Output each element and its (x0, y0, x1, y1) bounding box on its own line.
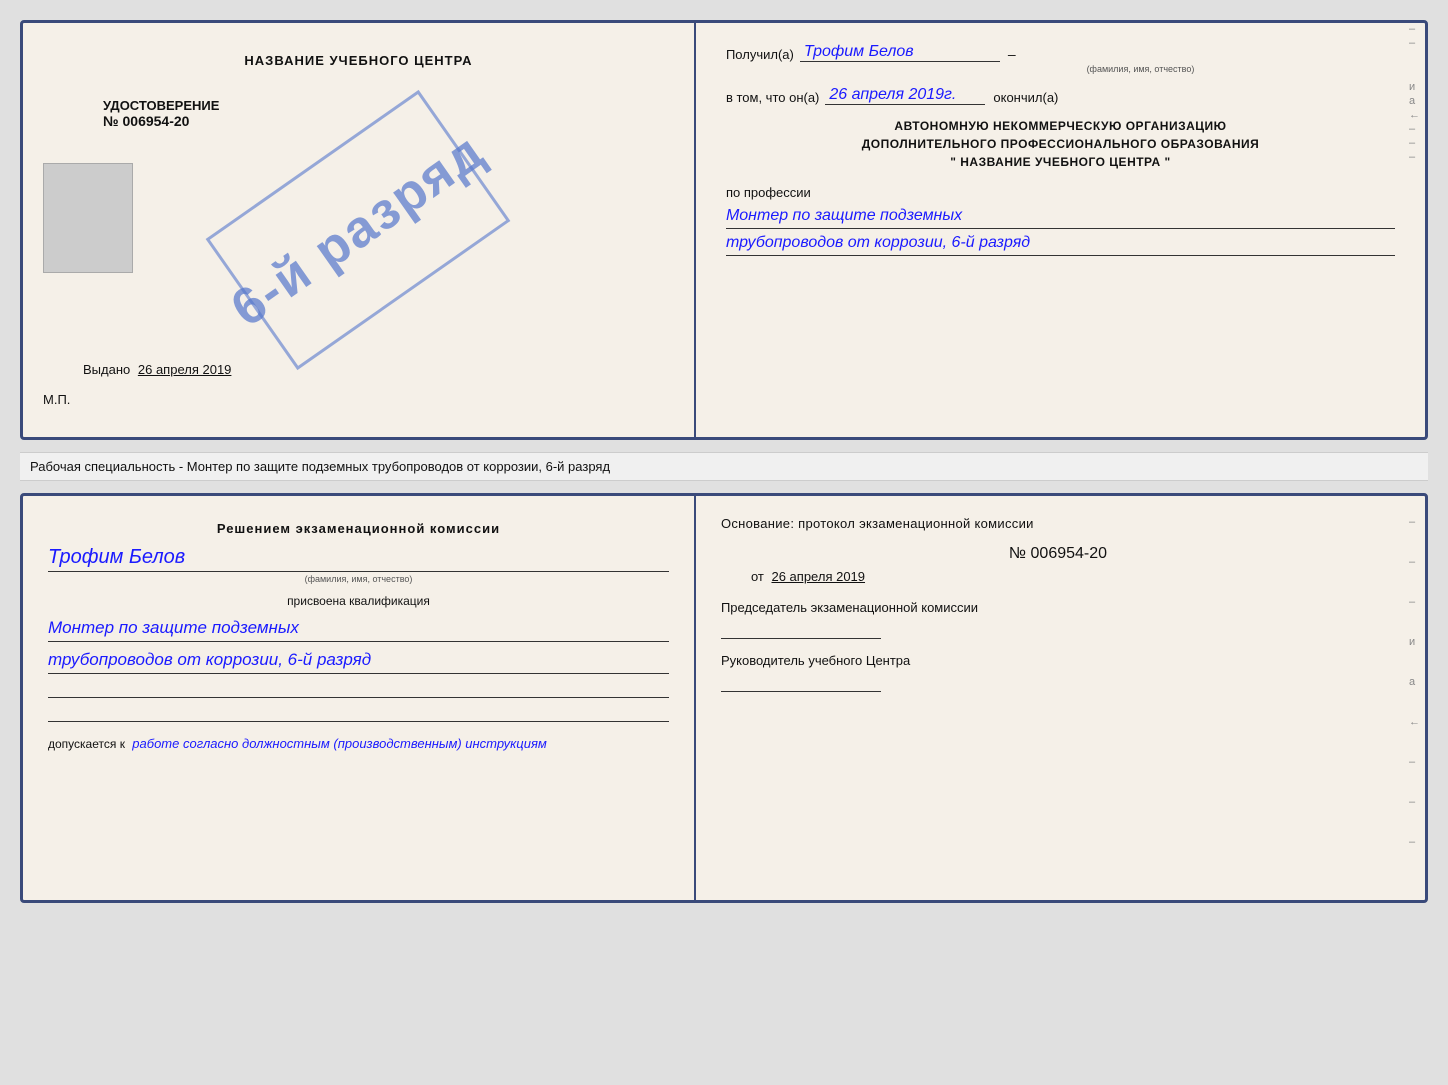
org-line1: АВТОНОМНУЮ НЕКОММЕРЧЕСКУЮ ОРГАНИЗАЦИЮ (726, 117, 1395, 135)
bottom-side-5: ← (1409, 716, 1420, 728)
caption-text: Рабочая специальность - Монтер по защите… (30, 459, 610, 474)
head-block: Руководитель учебного Центра (721, 653, 1395, 692)
mp-label: М.П. (43, 392, 70, 407)
chair-label: Председатель экзаменационной комиссии (721, 600, 1395, 615)
date-value: 26 апреля 2019г. (825, 86, 985, 105)
bottom-name: Трофим Белов (48, 546, 669, 572)
caption-row: Рабочая специальность - Монтер по защите… (20, 452, 1428, 481)
received-sub: (фамилия, имя, отчество) (886, 64, 1395, 74)
underline-1 (48, 680, 669, 698)
profession-line2: трубопроводов от коррозии, 6-й разряд (726, 231, 1395, 256)
bottom-side-2: – (1409, 596, 1420, 608)
org-line3: " НАЗВАНИЕ УЧЕБНОГО ЦЕНТРА " (726, 153, 1395, 171)
top-document: НАЗВАНИЕ УЧЕБНОГО ЦЕНТРА 6-й разряд УДОС… (20, 20, 1428, 440)
chair-block: Председатель экзаменационной комиссии (721, 600, 1395, 639)
bottom-doc-right: Основание: протокол экзаменационной коми… (696, 496, 1425, 900)
bottom-name-sub: (фамилия, имя, отчество) (48, 574, 669, 584)
in-that-row: в том, что он(а) 26 апреля 2019г. окончи… (726, 86, 1395, 105)
side-label-0: – (1409, 23, 1420, 35)
org-line2: ДОПОЛНИТЕЛЬНОГО ПРОФЕССИОНАЛЬНОГО ОБРАЗО… (726, 135, 1395, 153)
chair-signature-line (721, 619, 881, 639)
top-doc-left: НАЗВАНИЕ УЧЕБНОГО ЦЕНТРА 6-й разряд УДОС… (23, 23, 696, 437)
org-block: АВТОНОМНУЮ НЕКОММЕРЧЕСКУЮ ОРГАНИЗАЦИЮ ДО… (726, 117, 1395, 171)
bottom-left-title: Решением экзаменационной комиссии (48, 521, 669, 536)
top-doc-right: Получил(а) Трофим Белов – (фамилия, имя,… (696, 23, 1425, 437)
protokol-number: № 006954-20 (721, 545, 1395, 563)
side-labels-top: – – и а ← – – – (1409, 23, 1420, 163)
bottom-side-dashes: – – – и а ← – – – (1409, 516, 1420, 848)
bottom-side-0: – (1409, 516, 1420, 528)
protokol-date: от 26 апреля 2019 (751, 569, 1395, 584)
side-label-6: – (1409, 137, 1420, 149)
bottom-qual-line2: трубопроводов от коррозии, 6-й разряд (48, 646, 669, 674)
bottom-side-7: – (1409, 796, 1420, 808)
in-that-label: в том, что он(а) (726, 90, 819, 105)
cert-label: УДОСТОВЕРЕНИЕ (103, 98, 219, 113)
issued-date: 26 апреля 2019 (138, 362, 232, 377)
side-label-3: а (1409, 95, 1420, 107)
bottom-side-6: – (1409, 756, 1420, 768)
dash1: – (1008, 46, 1016, 62)
issued-row: Выдано 26 апреля 2019 (83, 362, 231, 377)
date-prefix: от (751, 569, 764, 584)
top-left-title: НАЗВАНИЕ УЧЕБНОГО ЦЕНТРА (244, 53, 472, 68)
profession-label: по профессии (726, 185, 1395, 200)
osnov-title: Основание: протокол экзаменационной коми… (721, 516, 1395, 531)
cert-number: № 006954-20 (103, 113, 189, 129)
допускается-label: допускается к (48, 737, 125, 751)
bottom-doc-left: Решением экзаменационной комиссии Трофим… (23, 496, 696, 900)
issued-label: Выдано (83, 362, 130, 377)
bottom-side-8: – (1409, 836, 1420, 848)
side-label-7: – (1409, 151, 1420, 163)
head-label: Руководитель учебного Центра (721, 653, 1395, 668)
received-label: Получил(а) (726, 47, 794, 62)
page-container: НАЗВАНИЕ УЧЕБНОГО ЦЕНТРА 6-й разряд УДОС… (20, 20, 1428, 903)
bottom-qual-line1: Монтер по защите подземных (48, 614, 669, 642)
photo-placeholder (43, 163, 133, 273)
side-label-5: – (1409, 123, 1420, 135)
received-row: Получил(а) Трофим Белов – (726, 43, 1395, 62)
side-label-1: – (1409, 37, 1420, 49)
side-label-2: и (1409, 81, 1420, 93)
head-signature-line (721, 672, 881, 692)
side-label-4: ← (1409, 109, 1420, 121)
underline-2 (48, 704, 669, 722)
date-value-bottom: 26 апреля 2019 (771, 569, 865, 584)
допускается-row: допускается к работе согласно должностны… (48, 736, 669, 751)
bottom-side-1: – (1409, 556, 1420, 568)
bottom-side-4: а (1409, 676, 1420, 688)
bottom-side-3: и (1409, 636, 1420, 648)
received-name: Трофим Белов (800, 43, 1000, 62)
допускается-value: работе согласно должностным (производств… (132, 736, 547, 751)
bottom-document: Решением экзаменационной комиссии Трофим… (20, 493, 1428, 903)
profession-line1: Монтер по защите подземных (726, 204, 1395, 229)
finished-label: окончил(а) (993, 90, 1058, 105)
assigned-label: присвоена квалификация (48, 594, 669, 608)
